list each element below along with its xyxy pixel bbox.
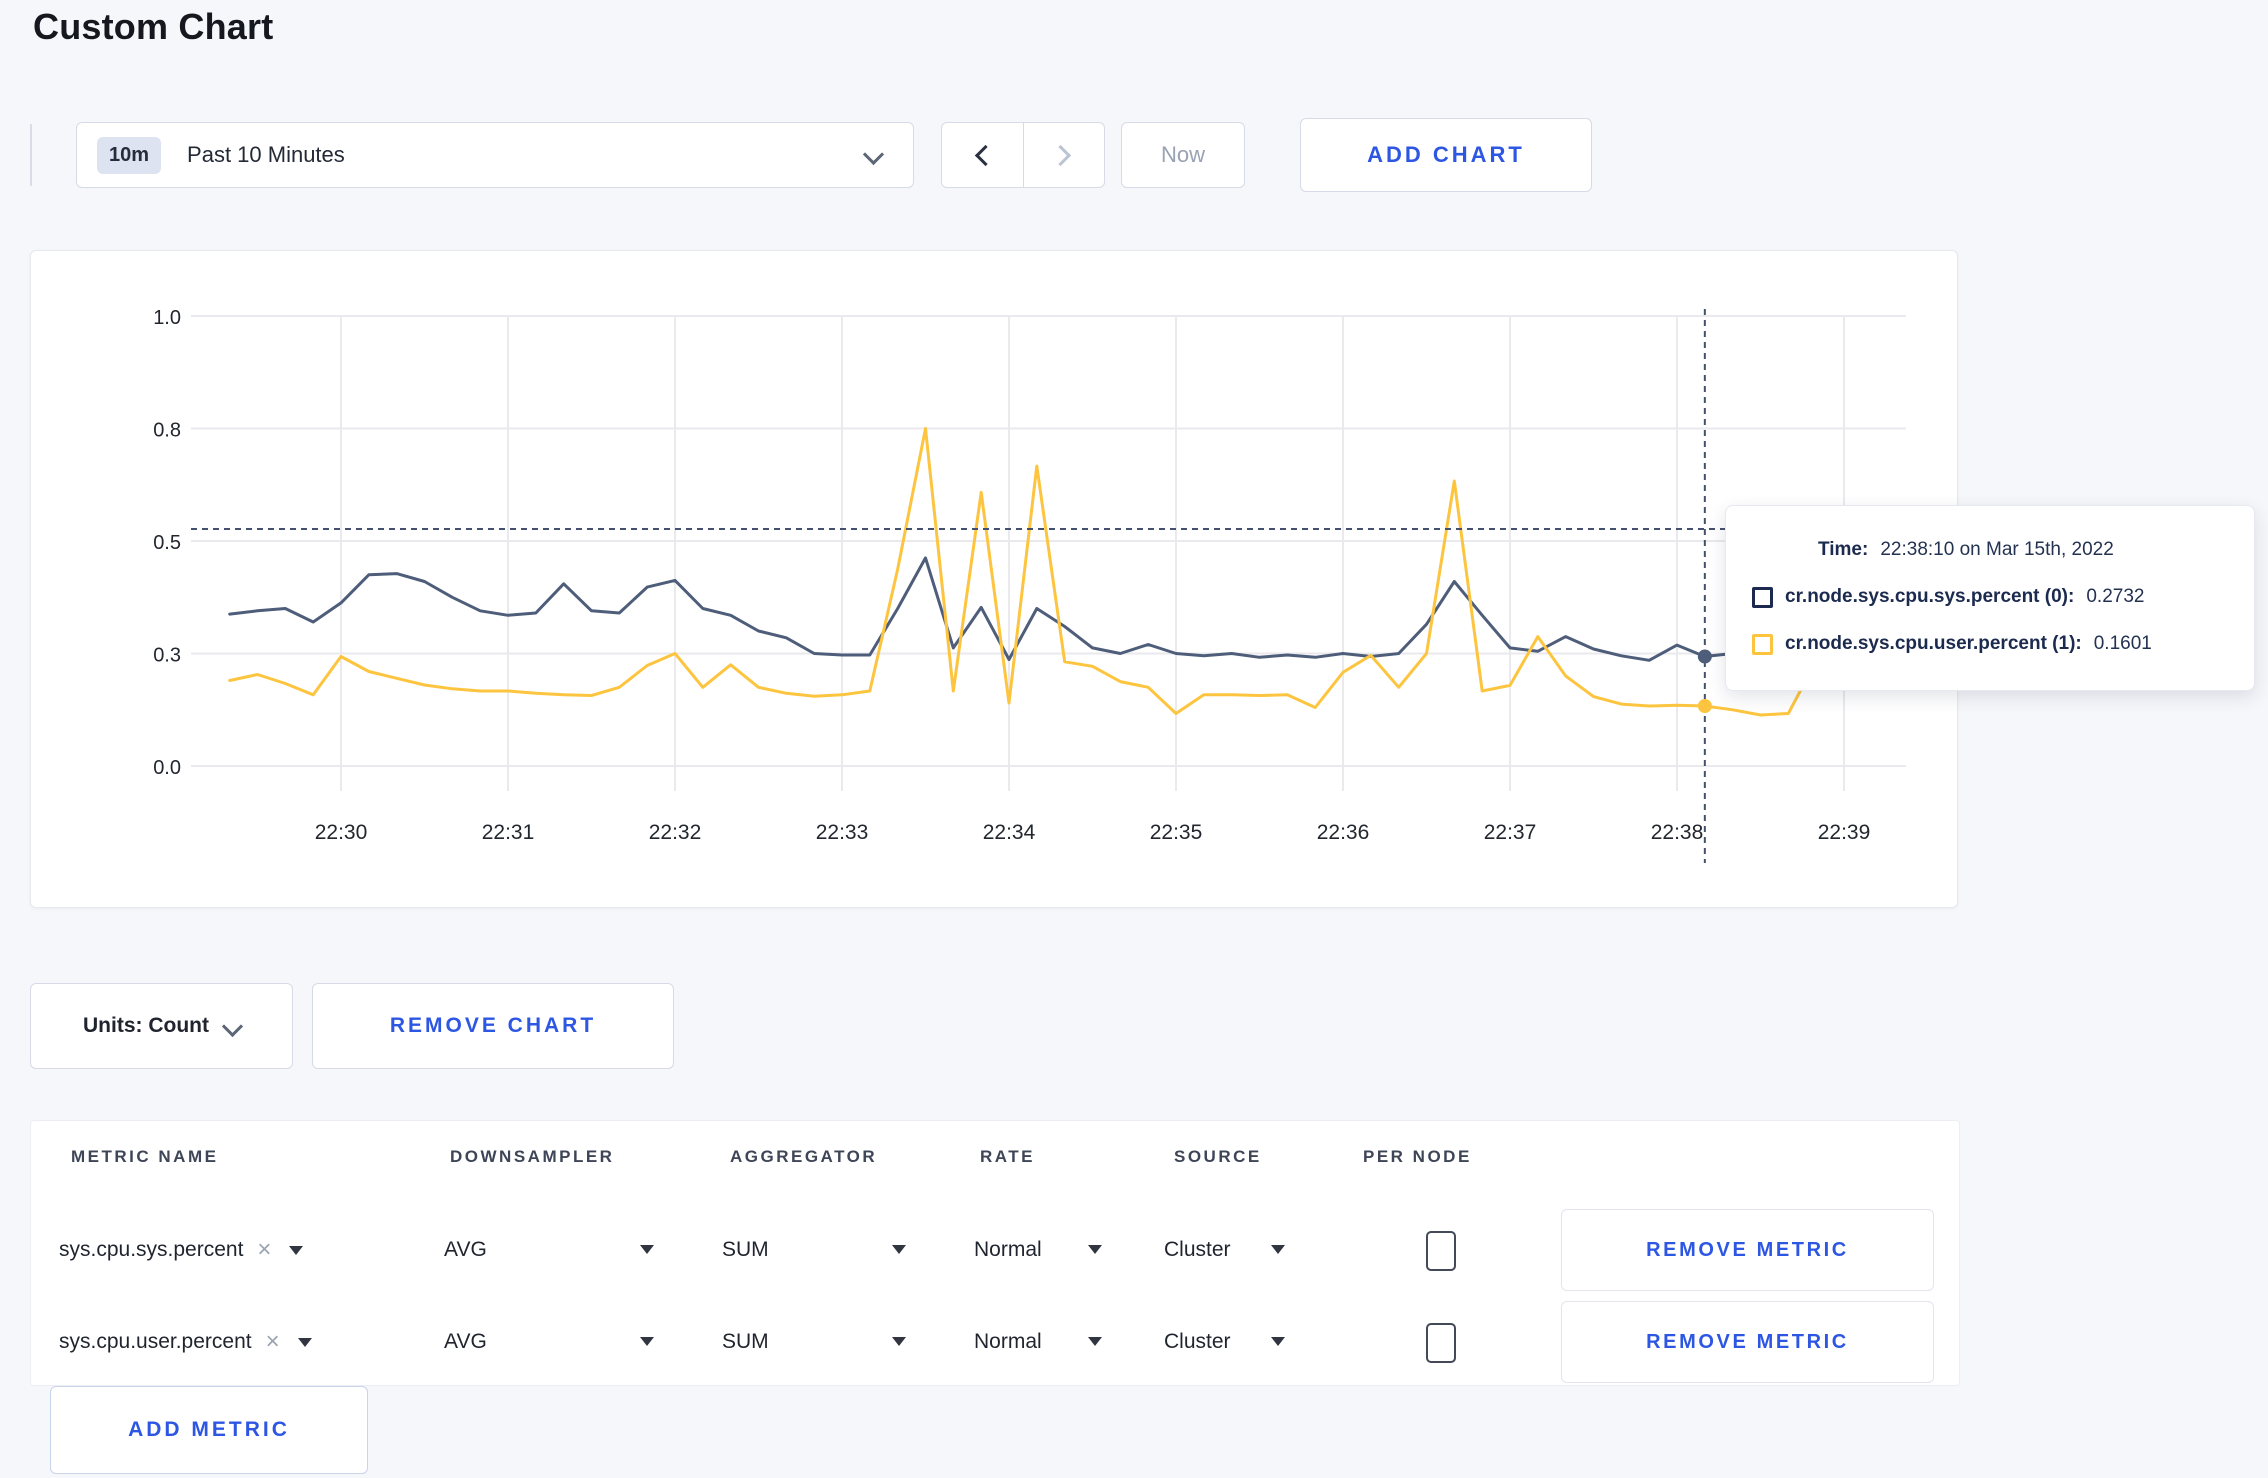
time-range-select[interactable]: 10m Past 10 Minutes (76, 122, 914, 188)
per-node-checkbox[interactable] (1426, 1231, 1456, 1271)
source-select[interactable]: Cluster (1164, 1209, 1231, 1291)
caret-down-icon[interactable] (1088, 1245, 1102, 1254)
time-back-button[interactable] (942, 123, 1023, 187)
tooltip-series-label: cr.node.sys.cpu.sys.percent (0): (1785, 586, 2075, 607)
svg-text:1.0: 1.0 (153, 307, 181, 329)
remove-metric-button[interactable]: REMOVE METRIC (1561, 1209, 1934, 1291)
add-chart-button[interactable]: ADD CHART (1300, 118, 1592, 192)
downsampler-select[interactable]: AVG (444, 1209, 487, 1291)
caret-down-icon[interactable] (640, 1245, 654, 1254)
table-row: sys.cpu.sys.percent × AVG SUM Normal Clu… (31, 1209, 1959, 1291)
cpu-line-chart[interactable]: 0.0 0.3 0.5 0.8 1.0 22:30 22:31 22:32 22:33 22:34… (31, 251, 1957, 907)
svg-text:22:31: 22:31 (482, 821, 535, 844)
header-source: SOURCE (1174, 1147, 1262, 1166)
svg-text:22:34: 22:34 (983, 821, 1036, 844)
time-range-badge: 10m (97, 136, 162, 174)
caret-down-icon[interactable] (892, 1245, 906, 1254)
svg-text:0.0: 0.0 (153, 757, 181, 779)
caret-down-icon[interactable] (289, 1245, 304, 1255)
svg-text:22:38: 22:38 (1651, 821, 1704, 844)
clear-metric-icon[interactable]: × (266, 1328, 280, 1356)
tooltip-series-value: 0.1601 (2093, 633, 2152, 654)
downsampler-select[interactable]: AVG (444, 1301, 487, 1383)
svg-text:22:32: 22:32 (649, 821, 702, 844)
metric-name-select[interactable]: sys.cpu.user.percent × (59, 1301, 312, 1383)
add-metric-button[interactable]: ADD METRIC (50, 1386, 368, 1474)
metric-name-select[interactable]: sys.cpu.sys.percent × (59, 1209, 304, 1291)
svg-text:22:39: 22:39 (1818, 821, 1871, 844)
header-rate: RATE (980, 1147, 1036, 1166)
chevron-down-icon (221, 1015, 244, 1037)
svg-text:22:30: 22:30 (315, 821, 368, 844)
time-nav-group (941, 122, 1105, 188)
svg-text:0.8: 0.8 (153, 420, 181, 442)
metric-name-value: sys.cpu.sys.percent (59, 1238, 244, 1261)
caret-down-icon[interactable] (892, 1337, 906, 1346)
caret-down-icon[interactable] (1271, 1245, 1285, 1254)
toolbar-divider (30, 124, 32, 186)
time-range-label: Past 10 Minutes (187, 142, 345, 167)
time-forward-button[interactable] (1022, 123, 1105, 187)
header-per-node: PER NODE (1363, 1147, 1472, 1166)
rate-select[interactable]: Normal (974, 1209, 1042, 1291)
page-title: Custom Chart (33, 6, 274, 47)
aggregator-select[interactable]: SUM (722, 1209, 769, 1291)
custom-chart-page: Custom Chart 10m Past 10 Minutes Now ADD… (0, 0, 2268, 1478)
remove-chart-button[interactable]: REMOVE CHART (312, 983, 674, 1069)
source-select[interactable]: Cluster (1164, 1301, 1231, 1383)
caret-down-icon[interactable] (297, 1337, 312, 1347)
caret-down-icon[interactable] (1271, 1337, 1285, 1346)
chart-card[interactable]: 0.0 0.3 0.5 0.8 1.0 22:30 22:31 22:32 22:33 22:34… (30, 250, 1958, 908)
header-aggregator: AGGREGATOR (730, 1147, 878, 1166)
now-button[interactable]: Now (1121, 122, 1245, 188)
svg-text:22:35: 22:35 (1150, 821, 1203, 844)
rate-select[interactable]: Normal (974, 1301, 1042, 1383)
header-metric-name: METRIC NAME (71, 1147, 219, 1166)
metric-name-value: sys.cpu.user.percent (59, 1330, 252, 1353)
table-row: sys.cpu.user.percent × AVG SUM Normal Cl… (31, 1301, 1959, 1383)
chart-tooltip: Time: 22:38:10 on Mar 15th, 2022 cr.node… (1725, 505, 2255, 691)
caret-down-icon[interactable] (640, 1337, 654, 1346)
user-series-swatch-icon (1752, 633, 1773, 655)
chevron-left-icon (974, 144, 996, 166)
svg-text:0.5: 0.5 (153, 532, 181, 554)
header-downsampler: DOWNSAMPLER (450, 1147, 615, 1166)
units-select[interactable]: Units: Count (30, 983, 293, 1069)
clear-metric-icon[interactable]: × (257, 1236, 271, 1264)
units-label: Units: Count (83, 1014, 209, 1037)
per-node-checkbox[interactable] (1426, 1323, 1456, 1363)
tooltip-time-label: Time: (1818, 539, 1869, 560)
svg-text:22:36: 22:36 (1317, 821, 1370, 844)
caret-down-icon[interactable] (1088, 1337, 1102, 1346)
metrics-table: METRIC NAME DOWNSAMPLER AGGREGATOR RATE … (30, 1120, 1960, 1386)
svg-text:22:33: 22:33 (816, 821, 869, 844)
chevron-down-icon (862, 143, 885, 166)
tooltip-time-value: 22:38:10 on Mar 15th, 2022 (1880, 539, 2114, 560)
svg-text:0.3: 0.3 (153, 645, 181, 667)
tooltip-series-label: cr.node.sys.cpu.user.percent (1): (1785, 633, 2082, 654)
sys-series-swatch-icon (1752, 586, 1773, 608)
chevron-right-icon (1050, 144, 1072, 166)
tooltip-series-value: 0.2732 (2086, 586, 2145, 607)
svg-text:22:37: 22:37 (1484, 821, 1537, 844)
remove-metric-button[interactable]: REMOVE METRIC (1561, 1301, 1934, 1383)
aggregator-select[interactable]: SUM (722, 1301, 769, 1383)
